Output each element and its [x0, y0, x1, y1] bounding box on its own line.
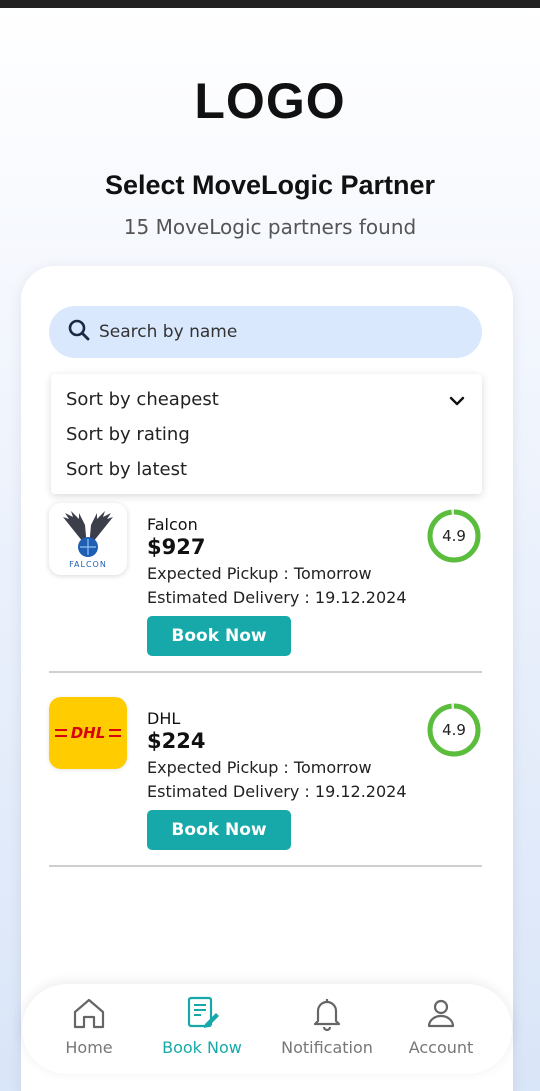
- nav-label: Book Now: [162, 1038, 242, 1057]
- bell-icon: [313, 999, 341, 1032]
- dhl-logo: DHL: [49, 697, 127, 769]
- divider: [49, 865, 482, 867]
- nav-item-account[interactable]: Account: [381, 994, 501, 1057]
- bottom-nav: Home Book Now Notification Account: [22, 984, 512, 1074]
- search-input[interactable]: Search by name: [49, 306, 482, 358]
- book-now-button[interactable]: Book Now: [147, 810, 291, 850]
- search-placeholder: Search by name: [99, 322, 238, 342]
- chevron-down-icon[interactable]: [448, 392, 466, 410]
- partner-price: $224: [147, 729, 206, 753]
- partner-card-falcon: FALCON Falcon $927 Expected Pickup : Tom…: [49, 503, 482, 673]
- falcon-logo: FALCON: [49, 503, 127, 575]
- expected-pickup: Expected Pickup : Tomorrow: [147, 564, 372, 583]
- nav-label: Notification: [281, 1038, 373, 1057]
- expected-pickup: Expected Pickup : Tomorrow: [147, 758, 372, 777]
- nav-item-notification[interactable]: Notification: [267, 994, 387, 1057]
- nav-label: Account: [408, 1038, 474, 1057]
- falcon-logo-text: FALCON: [69, 560, 107, 569]
- dhl-logo-text: DHL: [71, 724, 106, 742]
- book-now-button[interactable]: Book Now: [147, 616, 291, 656]
- partner-name: DHL: [147, 709, 181, 728]
- partner-card-dhl: DHL DHL $224 Expected Pickup : Tomorrow …: [49, 697, 482, 867]
- rating-badge: 4.9: [426, 508, 482, 564]
- sort-dropdown[interactable]: Sort by cheapest Sort by rating Sort by …: [51, 374, 482, 494]
- divider: [49, 671, 482, 673]
- partner-name: Falcon: [147, 515, 198, 534]
- page-title: Select MoveLogic Partner: [104, 170, 436, 200]
- sort-option-cheapest[interactable]: Sort by cheapest: [66, 389, 219, 410]
- rating-value: 4.9: [442, 527, 466, 545]
- rating-badge: 4.9: [426, 702, 482, 758]
- home-icon: [73, 998, 105, 1029]
- sort-option-rating[interactable]: Sort by rating: [66, 424, 190, 445]
- nav-label: Home: [65, 1038, 113, 1057]
- rating-value: 4.9: [442, 721, 466, 739]
- results-count: 15 MoveLogic partners found: [123, 215, 417, 239]
- nav-item-home[interactable]: Home: [29, 994, 149, 1057]
- user-icon: [427, 999, 455, 1028]
- nav-item-book-now[interactable]: Book Now: [142, 994, 262, 1057]
- app-logo: LOGO: [194, 73, 346, 129]
- estimated-delivery: Estimated Delivery : 19.12.2024: [147, 588, 407, 607]
- partner-price: $927: [147, 535, 206, 559]
- estimated-delivery: Estimated Delivery : 19.12.2024: [147, 782, 407, 801]
- book-now-icon: [187, 996, 219, 1028]
- status-bar: [0, 0, 540, 8]
- search-icon: [67, 318, 99, 346]
- sort-option-latest[interactable]: Sort by latest: [66, 459, 187, 480]
